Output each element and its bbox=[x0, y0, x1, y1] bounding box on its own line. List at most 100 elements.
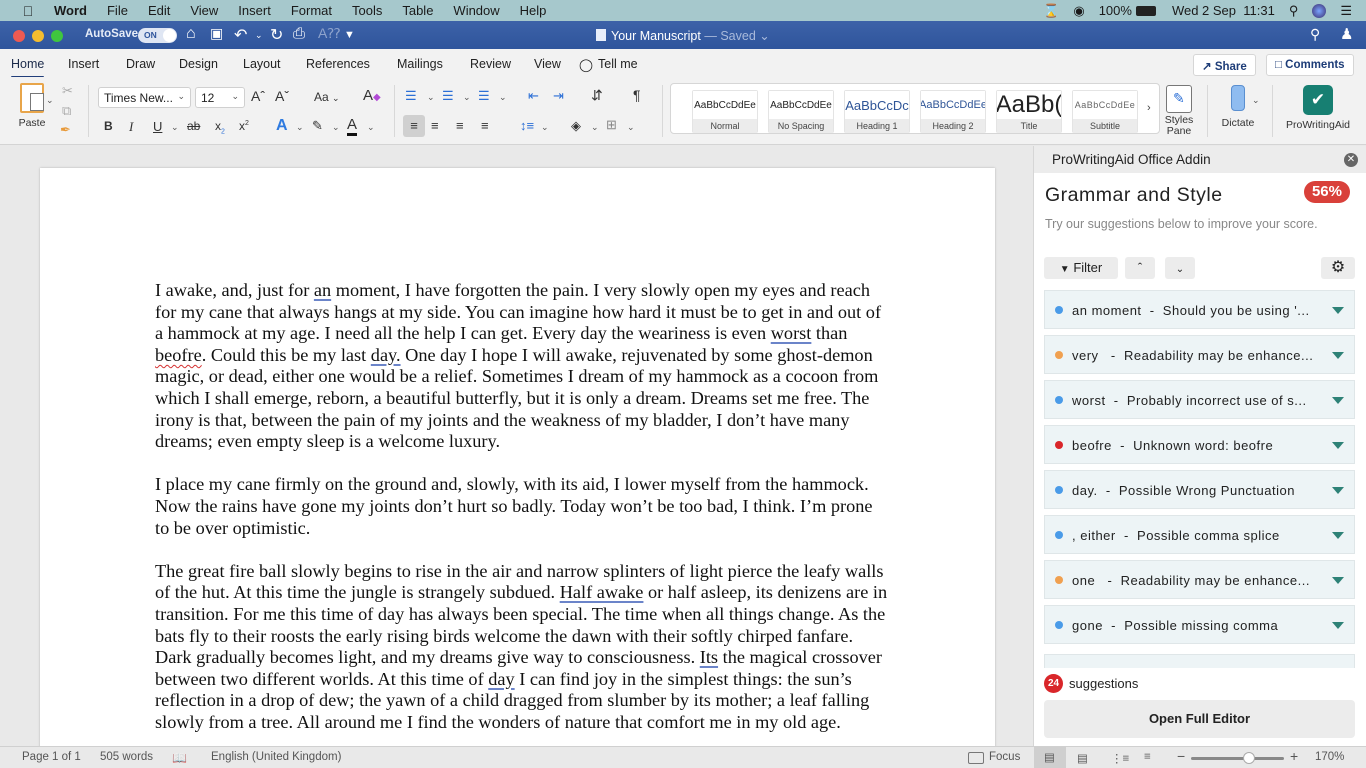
expand-caret-icon[interactable] bbox=[1332, 307, 1344, 314]
language[interactable]: English (United Kingdom) bbox=[211, 751, 341, 763]
suggestion-item[interactable]: very - Readability may be enhance... bbox=[1044, 335, 1355, 374]
document-body[interactable]: I awake, and, just for an moment, I have… bbox=[155, 280, 890, 746]
document-page[interactable]: I awake, and, just for an moment, I have… bbox=[40, 168, 995, 746]
line-spacing-icon[interactable]: ↕≡ bbox=[520, 118, 534, 133]
close-window-button[interactable] bbox=[13, 30, 25, 42]
document-title[interactable]: Your Manuscript — Saved ⌄ bbox=[596, 28, 770, 43]
grammar-suggestion-mark[interactable]: an bbox=[314, 280, 331, 300]
filter-button[interactable]: ▼ Filter bbox=[1044, 257, 1118, 279]
save-icon[interactable]: ▣ bbox=[210, 25, 223, 42]
tab-home[interactable]: Home bbox=[11, 57, 45, 79]
align-right-icon[interactable]: ≡ bbox=[456, 118, 464, 133]
strikethrough-icon[interactable]: ab bbox=[187, 119, 200, 133]
page-count[interactable]: Page 1 of 1 bbox=[22, 751, 81, 763]
search-icon[interactable]: ⚲ bbox=[1310, 26, 1320, 43]
paste-button[interactable]: Paste bbox=[14, 83, 50, 129]
format-painter-icon[interactable]: ✒ bbox=[60, 122, 71, 138]
line-spacing-dropdown-icon[interactable]: ⌄ bbox=[541, 122, 549, 133]
suggestion-item[interactable]: one - Readability may be enhance... bbox=[1044, 560, 1355, 599]
wifi-icon[interactable]: ◉ bbox=[1073, 3, 1084, 19]
highlight-icon[interactable]: ✎ bbox=[312, 118, 323, 134]
proofing-icon[interactable]: 📖 bbox=[172, 751, 187, 765]
sort-icon[interactable]: ⇵ bbox=[591, 87, 603, 104]
zoom-window-button[interactable] bbox=[51, 30, 63, 42]
paragraph[interactable]: I awake, and, just for an moment, I have… bbox=[155, 280, 890, 453]
menu-file[interactable]: File bbox=[107, 3, 128, 18]
menu-help[interactable]: Help bbox=[520, 3, 547, 18]
vertical-scrollbar[interactable] bbox=[1020, 146, 1033, 746]
tab-layout[interactable]: Layout bbox=[243, 57, 281, 71]
zoom-level[interactable]: 170% bbox=[1315, 751, 1344, 763]
expand-caret-icon[interactable] bbox=[1332, 397, 1344, 404]
paragraph[interactable]: I place my cane firmly on the ground and… bbox=[155, 474, 890, 539]
menu-edit[interactable]: Edit bbox=[148, 3, 170, 18]
spotlight-search-icon[interactable]: ⚲ bbox=[1289, 3, 1299, 19]
expand-caret-icon[interactable] bbox=[1332, 622, 1344, 629]
suggestion-item[interactable]: an moment - Should you be using '... bbox=[1044, 290, 1355, 329]
dictate-button[interactable]: Dictate bbox=[1218, 85, 1258, 129]
style-normal[interactable]: AaBbCcDdEe Normal bbox=[692, 90, 758, 133]
word-count[interactable]: 505 words bbox=[100, 751, 153, 763]
grammar-suggestion-mark[interactable]: day bbox=[488, 669, 514, 689]
tab-review[interactable]: Review bbox=[470, 57, 511, 71]
subscript-icon[interactable]: x2 bbox=[215, 119, 225, 135]
tab-view[interactable]: View bbox=[534, 57, 561, 71]
shading-icon[interactable]: ◈ bbox=[571, 118, 581, 134]
tab-insert[interactable]: Insert bbox=[68, 57, 99, 71]
text-effects-dropdown-icon[interactable]: ⌄ bbox=[296, 122, 304, 133]
suggestion-item[interactable]: gone - Possible missing comma bbox=[1044, 605, 1355, 644]
undo-dropdown-icon[interactable]: ⌄ bbox=[255, 30, 263, 41]
share-button[interactable]: ↗ Share bbox=[1193, 54, 1256, 76]
bullets-dropdown-icon[interactable]: ⌄ bbox=[427, 92, 435, 103]
customize-toolbar-icon[interactable]: ▼ bbox=[344, 29, 355, 41]
tab-mailings[interactable]: Mailings bbox=[397, 57, 443, 71]
draft-view-icon[interactable]: ≡ bbox=[1144, 751, 1151, 763]
style-heading-2[interactable]: AaBbCcDdEe Heading 2 bbox=[920, 90, 986, 133]
style-title[interactable]: AaBb(Title bbox=[996, 90, 1062, 133]
home-icon[interactable]: ⌂ bbox=[186, 25, 196, 43]
spelling-error-mark[interactable]: beofre bbox=[155, 345, 202, 365]
increase-indent-icon[interactable]: ⇥ bbox=[553, 88, 564, 104]
share-person-icon[interactable]: ♟ bbox=[1340, 25, 1353, 43]
menu-tools[interactable]: Tools bbox=[352, 3, 382, 18]
clock[interactable]: Wed 2 Sep 11:31 bbox=[1172, 3, 1275, 18]
siri-icon[interactable] bbox=[1312, 3, 1327, 18]
battery-icon[interactable] bbox=[1135, 5, 1156, 16]
show-formatting-marks-icon[interactable]: ¶ bbox=[633, 87, 641, 103]
text-effects-icon[interactable]: A bbox=[276, 117, 288, 135]
style-subtitle[interactable]: AaBbCcDdEe Subtitle bbox=[1072, 90, 1138, 133]
redo-icon[interactable]: ↻ bbox=[270, 25, 283, 45]
shrink-font-icon[interactable]: Aˇ bbox=[275, 88, 289, 104]
underline-icon[interactable]: U bbox=[153, 119, 162, 134]
menu-format[interactable]: Format bbox=[291, 3, 332, 18]
prowritingaid-button[interactable]: ✔ ProWritingAid bbox=[1282, 85, 1354, 131]
focus-button[interactable]: Focus bbox=[989, 751, 1020, 763]
dictate-dropdown-icon[interactable]: ⌄ bbox=[1252, 95, 1260, 106]
borders-icon[interactable]: ⊞ bbox=[606, 117, 617, 133]
web-layout-icon[interactable]: ▤ bbox=[1077, 751, 1088, 765]
expand-caret-icon[interactable] bbox=[1332, 532, 1344, 539]
numbering-dropdown-icon[interactable]: ⌄ bbox=[463, 92, 471, 103]
style-no-spacing[interactable]: AaBbCcDdEe No Spacing bbox=[768, 90, 834, 133]
justify-icon[interactable]: ≡ bbox=[481, 118, 489, 133]
print-layout-view-button[interactable]: ▤ bbox=[1034, 747, 1066, 768]
menu-insert[interactable]: Insert bbox=[238, 3, 271, 18]
highlight-dropdown-icon[interactable]: ⌄ bbox=[332, 122, 340, 133]
underline-dropdown-icon[interactable]: ⌄ bbox=[171, 122, 179, 133]
comments-button[interactable]: □ Comments bbox=[1266, 54, 1354, 76]
clear-formatting-icon[interactable]: A◆ bbox=[363, 87, 381, 104]
grammar-suggestion-mark[interactable]: Half awake bbox=[560, 582, 644, 602]
sync-icon[interactable]: ⌛ bbox=[1043, 3, 1059, 19]
expand-caret-icon[interactable] bbox=[1332, 352, 1344, 359]
suggestion-item[interactable]: beofre - Unknown word: beofre bbox=[1044, 425, 1355, 464]
close-icon[interactable]: ✕ bbox=[1344, 153, 1358, 167]
paste-dropdown-icon[interactable]: ⌄ bbox=[46, 95, 54, 106]
paragraph[interactable]: The great fire ball slowly begins to ris… bbox=[155, 561, 890, 734]
tab-draw[interactable]: Draw bbox=[126, 57, 155, 71]
read-aloud-icon[interactable]: A⁇ bbox=[318, 25, 340, 42]
minimize-window-button[interactable] bbox=[32, 30, 44, 42]
font-name-dropdown[interactable]: Times New... ⌄ bbox=[98, 87, 191, 108]
print-icon[interactable]: ⎙ bbox=[293, 25, 305, 42]
suggestion-item-partial[interactable] bbox=[1044, 654, 1355, 668]
menu-window[interactable]: Window bbox=[453, 3, 499, 18]
